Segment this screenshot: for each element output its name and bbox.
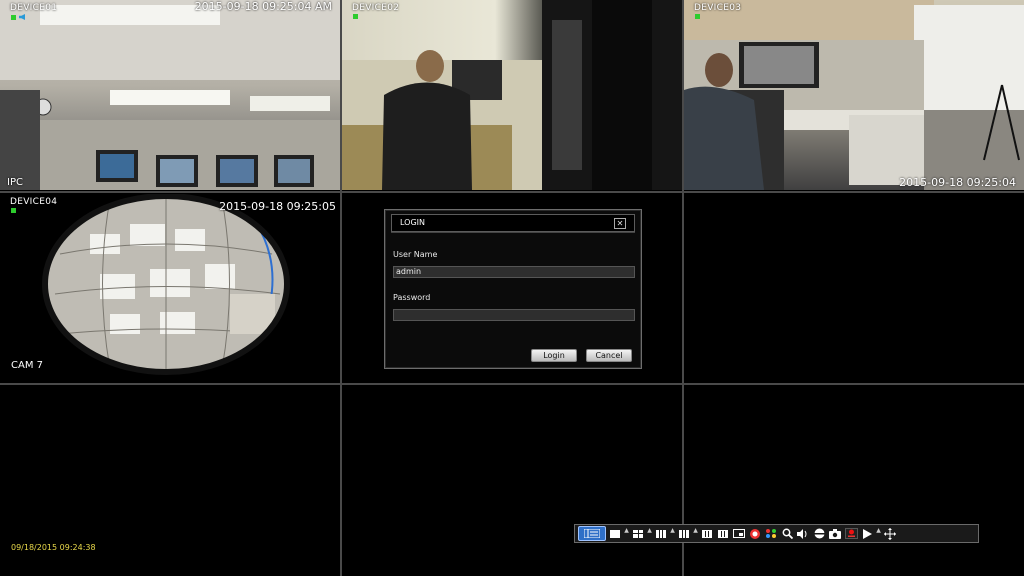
- snapshot-icon[interactable]: [828, 527, 842, 540]
- sixteen-view-icon[interactable]: [700, 527, 714, 540]
- camera-1-feed: [0, 0, 340, 190]
- device-label: DEVICE03: [694, 3, 742, 13]
- close-icon[interactable]: ✕: [614, 218, 626, 229]
- username-label: User Name: [393, 250, 438, 259]
- camera-timestamp: 2015-09-18 09:25:05: [219, 200, 336, 213]
- cancel-button[interactable]: Cancel: [586, 349, 632, 362]
- nine-view-icon[interactable]: [654, 527, 668, 540]
- grid-divider: [682, 0, 684, 576]
- online-indicator-icon: [11, 208, 16, 213]
- custom-view-icon[interactable]: [677, 527, 691, 540]
- status-indicators: [11, 14, 25, 20]
- login-button[interactable]: Login: [531, 349, 577, 362]
- online-indicator-icon: [353, 14, 358, 19]
- dialog-title-text: LOGIN: [400, 218, 426, 227]
- camera-tile-9[interactable]: [684, 386, 1024, 576]
- status-indicators: [353, 14, 358, 19]
- camera-tile-4[interactable]: DEVICE04 2015-09-18 09:25:05 CAM 7: [0, 194, 340, 384]
- camera-tile-3[interactable]: DEVICE03 2015-09-18 09:25:04: [684, 0, 1024, 190]
- quad-view-icon[interactable]: [631, 527, 645, 540]
- camera-corner-label: CAM 7: [11, 360, 43, 371]
- ptz-icon[interactable]: [812, 527, 826, 540]
- volume-icon[interactable]: [796, 527, 810, 540]
- camera-2-feed: [342, 0, 682, 190]
- grid-divider: [0, 191, 1024, 193]
- camera-timestamp: 2015-09-18 09:25:04: [899, 176, 1016, 189]
- chevron-up-icon[interactable]: ▲: [670, 527, 675, 540]
- login-dialog-title: LOGIN ✕: [391, 214, 635, 232]
- login-dialog: LOGIN ✕ User Name admin Password Login C…: [384, 209, 642, 369]
- device-label: DEVICE01: [10, 3, 58, 13]
- camera-4-feed: [42, 194, 290, 375]
- camera-3-feed: [684, 0, 1024, 190]
- audio-indicator-icon: [19, 14, 25, 20]
- zoom-icon[interactable]: [780, 527, 794, 540]
- username-field[interactable]: admin: [393, 266, 635, 278]
- online-indicator-icon: [11, 14, 16, 20]
- camera-corner-label: IPC: [7, 177, 23, 188]
- device-label: DEVICE02: [352, 3, 400, 13]
- camera-tile-1[interactable]: DEVICE01 2015-09-18 09:25:04 AM IPC: [0, 0, 340, 190]
- camera-tile-8[interactable]: [342, 386, 682, 576]
- password-field[interactable]: [393, 309, 635, 321]
- record-icon[interactable]: [844, 527, 858, 540]
- control-toolbar: ▲ ▲ ▲ ▲ ▲: [574, 524, 979, 543]
- color-icon[interactable]: [748, 527, 762, 540]
- chevron-up-icon[interactable]: ▲: [693, 527, 698, 540]
- camera-tile-2[interactable]: DEVICE02: [342, 0, 682, 190]
- chevron-up-icon[interactable]: ▲: [624, 527, 629, 540]
- grid-divider: [340, 0, 342, 576]
- single-view-icon[interactable]: [608, 527, 622, 540]
- grid-divider: [0, 383, 1024, 385]
- online-indicator-icon: [695, 14, 700, 19]
- chevron-up-icon[interactable]: ▲: [876, 527, 881, 540]
- playback-icon[interactable]: [860, 527, 874, 540]
- password-label: Password: [393, 293, 431, 302]
- camera-timestamp: 2015-09-18 09:25:04 AM: [194, 0, 332, 13]
- sequence-icon[interactable]: [764, 527, 778, 540]
- grid-view-icon[interactable]: [716, 527, 730, 540]
- move-icon[interactable]: [883, 527, 897, 540]
- title-divider: [391, 232, 635, 233]
- status-indicators: [695, 14, 700, 19]
- pip-icon[interactable]: [732, 527, 746, 540]
- device-label: DEVICE04: [10, 197, 58, 207]
- menu-icon[interactable]: [578, 526, 606, 541]
- camera-tile-6[interactable]: [684, 194, 1024, 384]
- chevron-up-icon[interactable]: ▲: [647, 527, 652, 540]
- system-datetime: 09/18/2015 09:24:38: [11, 543, 96, 552]
- status-indicators: [11, 208, 16, 213]
